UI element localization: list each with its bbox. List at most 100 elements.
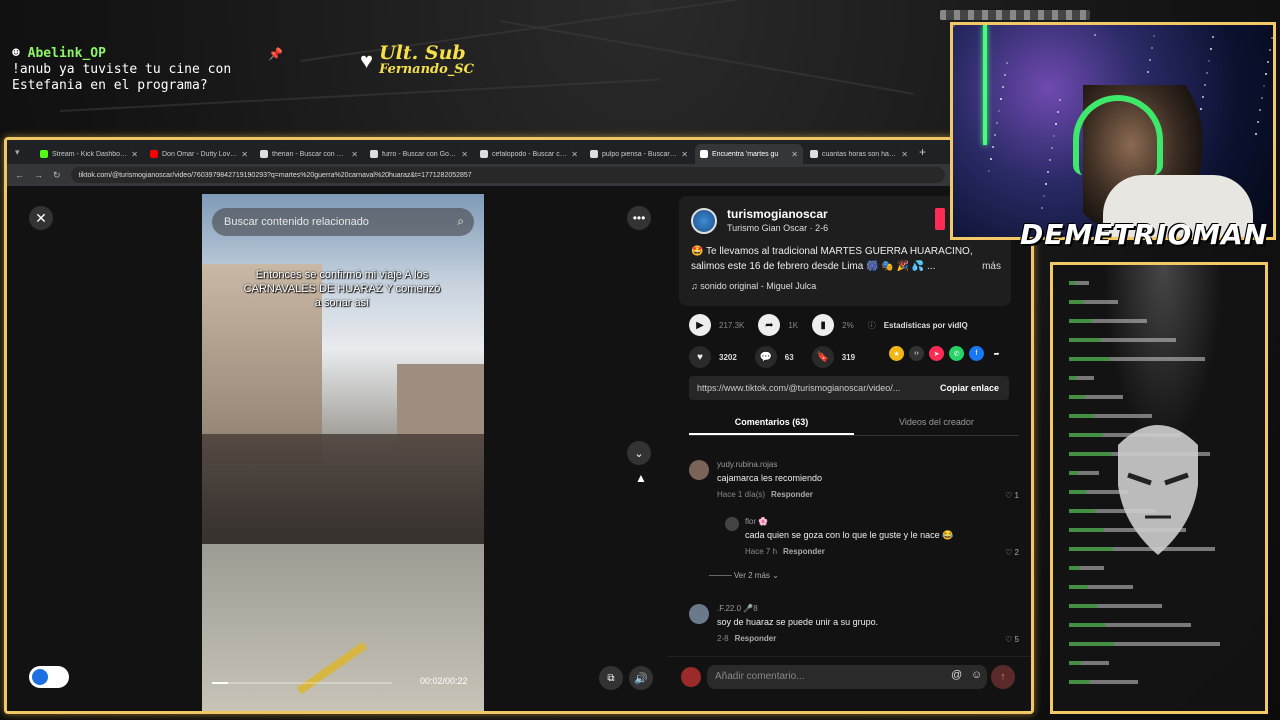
tab-close-icon[interactable]: ✕ (241, 150, 248, 159)
send-icon[interactable]: ➤ (929, 346, 944, 361)
bar-chart-icon[interactable]: ▮ (812, 314, 835, 336)
mention-icon[interactable]: @ (951, 669, 962, 681)
post-description: 🤩 Te llevamos al tradicional MARTES GUER… (691, 244, 1001, 274)
star (1255, 133, 1257, 135)
tab-close-icon[interactable]: ✕ (791, 150, 798, 159)
comment-icon[interactable]: 💬 (754, 346, 777, 368)
headset-icon (1073, 95, 1163, 175)
play-icon[interactable]: ▶ (689, 314, 711, 336)
comment-avatar[interactable] (725, 517, 739, 531)
star (1265, 73, 1267, 75)
star (1047, 171, 1049, 173)
post-link[interactable]: https://www.tiktok.com/@turismogianoscar… (689, 383, 930, 393)
browser-tab[interactable]: therian - Buscar con Goog ✕ (255, 144, 363, 164)
video-progress-fill (212, 682, 229, 684)
more-link[interactable]: más (982, 259, 1001, 274)
comment-likes[interactable]: ♡ 1 (1005, 491, 1019, 500)
star (1053, 135, 1055, 137)
video-progress-bar[interactable] (212, 682, 392, 684)
embed-icon[interactable]: ‹› (909, 346, 924, 361)
comment-avatar[interactable] (689, 460, 709, 480)
comment-likes[interactable]: ♡ 2 (1005, 548, 1019, 557)
video-scene-crowd (202, 434, 484, 544)
tab-close-icon[interactable]: ✕ (571, 150, 578, 159)
follow-button[interactable] (935, 208, 945, 230)
star (1059, 99, 1061, 101)
share-more-icon[interactable]: ➦ (989, 346, 1004, 361)
picture-in-picture-button[interactable]: ⧉ (599, 666, 623, 690)
emoji-icon[interactable]: ☺ (971, 669, 982, 681)
comment-avatar[interactable] (689, 604, 709, 624)
share-arrow-icon[interactable]: ➦ (758, 314, 781, 336)
facebook-icon[interactable]: f (969, 346, 984, 361)
tab-close-icon[interactable]: ✕ (901, 150, 908, 159)
chat-message-row (1069, 376, 1094, 380)
star (1051, 147, 1053, 149)
bookmark-icon[interactable]: 🔖 (811, 346, 834, 368)
tab-label: therian - Buscar con Goog (272, 150, 348, 158)
browser-tab[interactable]: pulpo piensa - Buscar con ✕ (585, 144, 693, 164)
sound-link[interactable]: ♫ sonido original - Miguel Julca (691, 281, 816, 291)
star (1208, 60, 1210, 62)
tab-close-icon[interactable]: ✕ (681, 150, 688, 159)
back-icon[interactable]: ← (15, 170, 24, 180)
comment-time: Hace 1 día(s) (717, 490, 766, 499)
tab-label: furro - Buscar con Google (382, 150, 458, 158)
url-field[interactable]: tiktok.com/@turismogianoscar/video/76039… (70, 167, 945, 183)
video-player[interactable]: Buscar contenido relacionado ⌕ Entonces … (202, 194, 484, 711)
reload-icon[interactable]: ↻ (53, 170, 61, 181)
comment-username[interactable]: .F.22.0 🎤8 (717, 604, 758, 613)
tab-close-icon[interactable]: ✕ (461, 150, 468, 159)
star (953, 25, 955, 27)
related-search-input[interactable]: Buscar contenido relacionado ⌕ (212, 208, 474, 236)
info-icon: ⓘ (867, 320, 876, 330)
forward-icon[interactable]: → (34, 170, 43, 180)
reply-button[interactable]: Responder (783, 547, 825, 556)
shares-count: 1K (788, 320, 799, 330)
creator-avatar[interactable] (691, 208, 717, 234)
browser-tab[interactable]: cefalopodo - Buscar con ✕ (475, 144, 583, 164)
more-options-button[interactable]: ••• (627, 206, 651, 230)
new-tab-button[interactable]: + (919, 145, 926, 159)
comment-username[interactable]: flor 🌸 (745, 517, 768, 526)
comment-username[interactable]: yudy.rubina.rojas (717, 460, 777, 469)
browser-tab[interactable]: furro - Buscar con Google ✕ (365, 144, 473, 164)
browser-tab[interactable]: Don Omar - Dutty Love (L ✕ (145, 144, 253, 164)
tab-search-icon[interactable]: ▾ (15, 147, 33, 158)
copy-link-button[interactable]: Copiar enlace (930, 383, 1009, 393)
chat-message-row (1069, 680, 1138, 684)
chat-username: Abelink_OP (27, 46, 106, 61)
star (1147, 71, 1149, 73)
tab-close-icon[interactable]: ✕ (131, 150, 138, 159)
tab-creator-videos[interactable]: Videos del creador (854, 410, 1019, 435)
autoscroll-toggle[interactable] (29, 666, 69, 688)
next-video-button[interactable]: ⌄ (627, 441, 651, 465)
close-button[interactable]: ✕ (29, 206, 53, 230)
reply-button[interactable]: Responder (771, 490, 813, 499)
comment-likes[interactable]: ♡ 5 (1005, 635, 1019, 644)
last-sub-title: Ult. Sub (379, 42, 466, 64)
view-more-replies[interactable]: ──── Ver 2 más ⌄ (709, 571, 779, 580)
add-comment-input[interactable]: Añadir comentario... (707, 665, 987, 689)
reply-button[interactable]: Responder (735, 634, 777, 643)
like-heart-icon[interactable]: ♥ (689, 346, 711, 368)
star (1257, 121, 1259, 123)
creator-username[interactable]: turismogianoscar (727, 207, 828, 221)
chat-message-row (1069, 509, 1157, 513)
tab-close-icon[interactable]: ✕ (351, 150, 358, 159)
webcam-light-cable (983, 25, 987, 145)
whatsapp-icon[interactable]: ✆ (949, 346, 964, 361)
gift-icon[interactable]: ★ (889, 346, 904, 361)
browser-tab[interactable]: Stream - Kick Dashboard ✕ (35, 144, 143, 164)
volume-button[interactable]: 🔊 (629, 666, 653, 690)
browser-tab[interactable]: cuantas horas son hasta ✕ (805, 144, 913, 164)
stats-label[interactable]: Estadísticas por vidIQ (884, 321, 968, 330)
search-icon[interactable]: ⌕ (457, 214, 464, 229)
post-comment-button[interactable]: ↑ (991, 665, 1015, 689)
star (1149, 59, 1151, 61)
star (1094, 34, 1096, 36)
browser-tab[interactable]: Encuentra 'martes gu ✕ (695, 144, 803, 164)
tab-comments[interactable]: Comentarios (63) (689, 410, 854, 435)
tab-label: Don Omar - Dutty Love (L (162, 150, 238, 158)
chat-overlay: ☻ Abelink_OP !anub ya tuviste tu cine co… (12, 46, 282, 94)
